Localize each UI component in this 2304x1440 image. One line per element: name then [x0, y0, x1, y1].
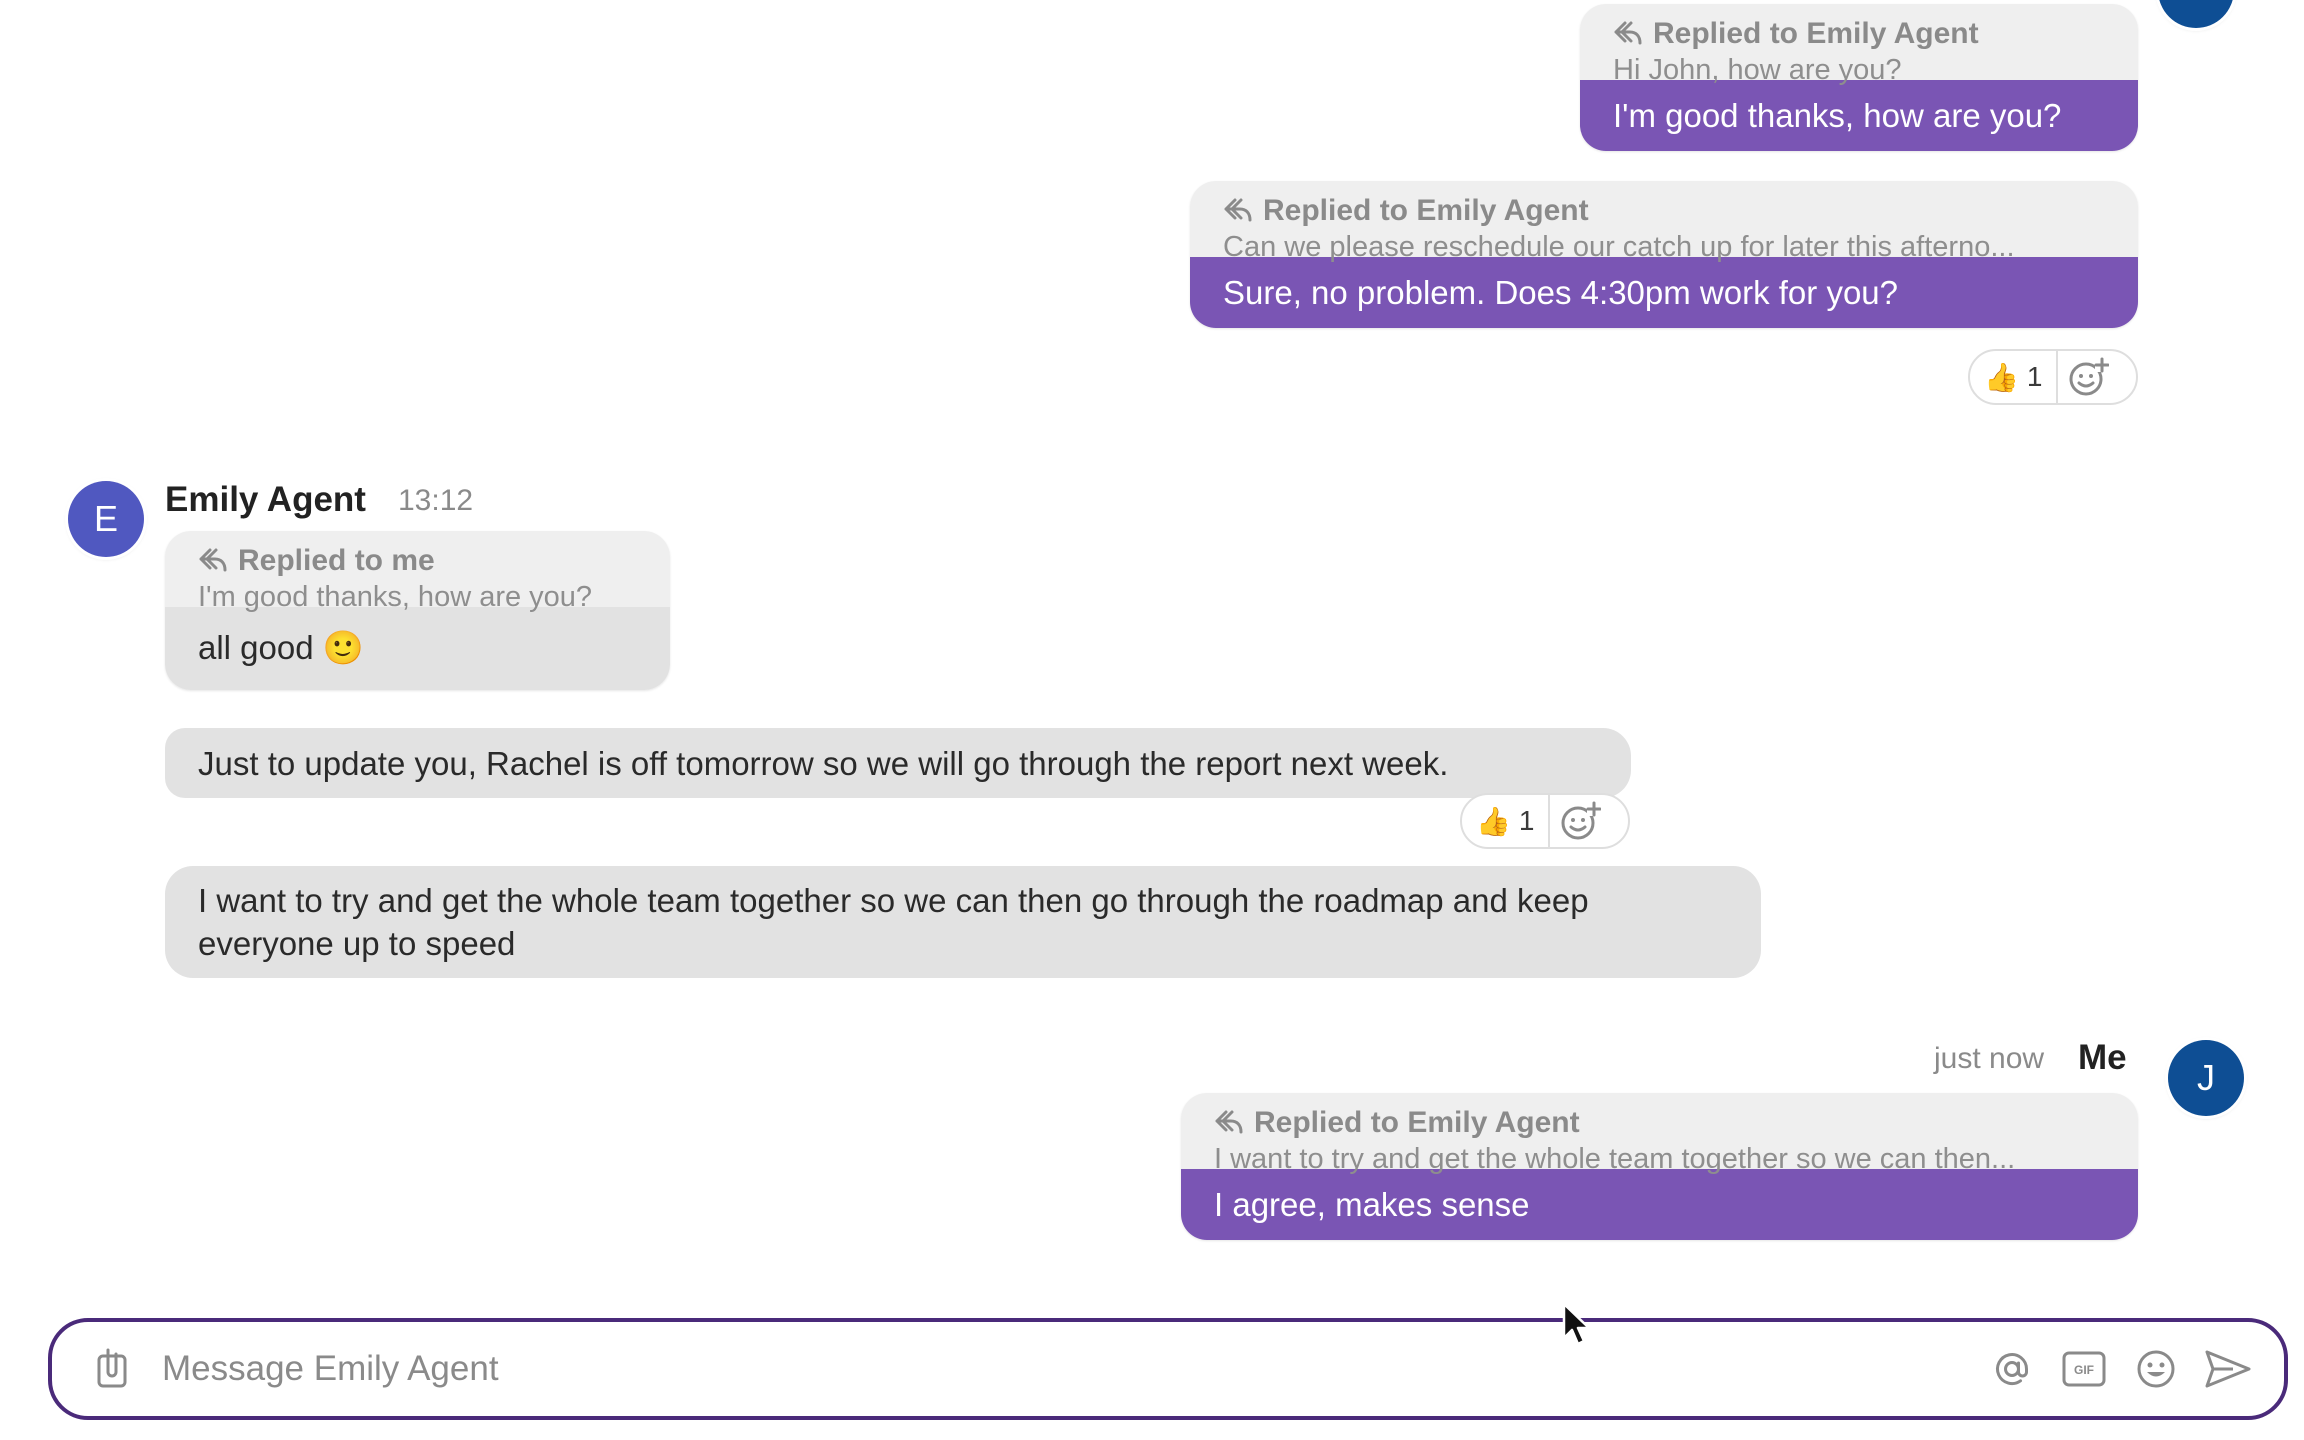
reaction-thumbs-up[interactable]: 👍 1 — [1462, 795, 1548, 847]
reaction-thumbs-up[interactable]: 👍 1 — [1970, 351, 2056, 403]
reply-arrow-icon — [1224, 198, 1252, 222]
reply-quote-text: I want to try and get the whole team tog… — [1214, 1143, 2016, 1175]
message-reply-card[interactable]: Replied to me I'm good thanks, how are y… — [165, 531, 670, 690]
message-reply-card[interactable]: Replied to Emily Agent Hi John, how are … — [1580, 4, 2138, 151]
mouse-pointer-icon — [1562, 1302, 1591, 1346]
reply-arrow-icon — [1215, 1110, 1243, 1134]
attach-button[interactable] — [86, 1341, 142, 1397]
message-reply-card[interactable]: Replied to Emily Agent Can we please res… — [1190, 181, 2138, 328]
add-reaction-button[interactable] — [2056, 351, 2118, 403]
reaction-count: 1 — [2026, 361, 2043, 392]
message-text: I'm good thanks, how are you? — [1580, 80, 2138, 151]
emoji-button[interactable] — [2128, 1341, 2184, 1397]
avatar-letter: E — [93, 498, 118, 539]
add-reaction-button[interactable] — [1548, 795, 1610, 847]
reply-quote[interactable]: Replied to Emily Agent Can we please res… — [1190, 181, 2138, 263]
reply-quote-text: I'm good thanks, how are you? — [198, 581, 593, 613]
thumbs-up-icon: 👍 — [1476, 805, 1511, 837]
reply-arrow-icon — [199, 548, 227, 572]
message-reply-card[interactable]: Replied to Emily Agent I want to try and… — [1181, 1093, 2138, 1240]
reply-label: Replied to Emily Agent — [1653, 17, 1979, 50]
chat-window: Replied to Emily Agent Hi John, how are … — [0, 0, 2304, 1440]
message-time: just now — [1934, 1042, 2045, 1075]
message-text: Sure, no problem. Does 4:30pm work for y… — [1190, 257, 2138, 328]
gif-button[interactable]: GIF — [2056, 1341, 2112, 1397]
svg-text:GIF: GIF — [2074, 1363, 2094, 1377]
send-icon — [2205, 1350, 2251, 1388]
sender-name[interactable]: Me — [2078, 1038, 2127, 1078]
mention-button[interactable] — [1984, 1341, 2040, 1397]
message-bubble[interactable]: I want to try and get the whole team tog… — [165, 866, 1761, 978]
reply-arrow-icon — [1614, 21, 1642, 45]
thumbs-up-icon: 👍 — [1984, 361, 2019, 393]
reply-label: Replied to Emily Agent — [1254, 1106, 1580, 1139]
reply-quote[interactable]: Replied to me I'm good thanks, how are y… — [165, 531, 670, 613]
send-button[interactable] — [2200, 1341, 2256, 1397]
my-avatar[interactable]: J — [2168, 1040, 2244, 1116]
message-text: all good 🙂 — [165, 607, 670, 690]
reaction-bar: 👍 1 — [1460, 793, 1630, 849]
emoji-icon — [2137, 1350, 2175, 1388]
message-bubble[interactable]: Just to update you, Rachel is off tomorr… — [165, 728, 1631, 798]
avatar-letter: J — [2197, 1057, 2215, 1098]
message-input[interactable] — [162, 1349, 1984, 1389]
message-text: I want to try and get the whole team tog… — [198, 882, 1589, 962]
message-composer: GIF — [48, 1318, 2288, 1420]
reaction-bar: 👍 1 — [1968, 349, 2138, 405]
reply-quote-text: Can we please reschedule our catch up fo… — [1223, 231, 2015, 263]
message-text: I agree, makes sense — [1181, 1169, 2138, 1240]
reply-label: Replied to Emily Agent — [1263, 194, 1589, 227]
message-time: 13:12 — [398, 484, 474, 517]
my-avatar-top — [2158, 0, 2234, 28]
add-reaction-icon — [1561, 801, 1602, 840]
message-text: Just to update you, Rachel is off tomorr… — [198, 744, 1449, 782]
reply-quote[interactable]: Replied to Emily Agent Hi John, how are … — [1580, 4, 2138, 86]
emily-avatar[interactable]: E — [68, 481, 144, 557]
mention-icon — [1996, 1353, 2028, 1386]
add-reaction-icon — [2069, 357, 2110, 396]
attachment-icon — [97, 1348, 127, 1388]
reaction-count: 1 — [1518, 805, 1535, 836]
sender-name[interactable]: Emily Agent — [165, 480, 366, 520]
reply-label: Replied to me — [238, 544, 435, 577]
gif-icon: GIF — [2062, 1351, 2106, 1387]
reply-quote[interactable]: Replied to Emily Agent I want to try and… — [1181, 1093, 2138, 1175]
